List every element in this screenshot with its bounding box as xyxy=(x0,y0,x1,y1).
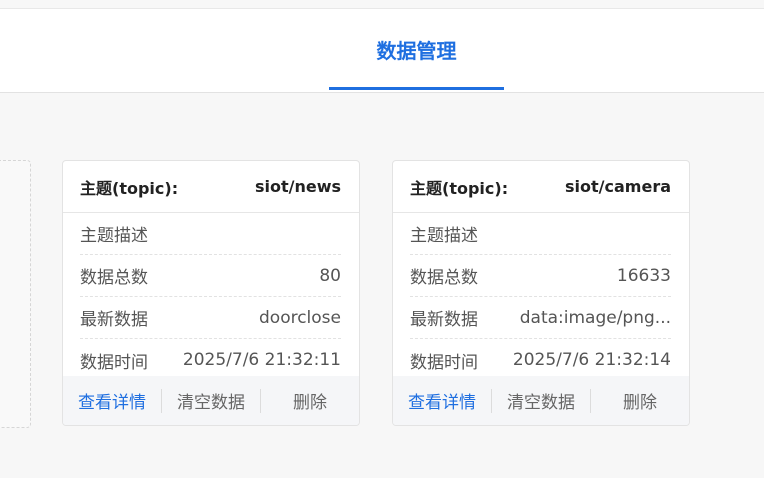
row-total-count: 数据总数 80 xyxy=(80,255,341,297)
row-data-time: 数据时间 2025/7/6 21:32:11 xyxy=(80,339,341,381)
view-details-button[interactable]: 查看详情 xyxy=(63,388,161,413)
topic-label: 主题(topic): xyxy=(410,178,509,198)
topic-label: 主题(topic): xyxy=(80,178,179,198)
card-footer: 查看详情 清空数据 删除 xyxy=(63,376,359,425)
row-label: 数据总数 xyxy=(410,268,478,288)
row-label: 最新数据 xyxy=(80,310,148,330)
page-header: 数据管理 xyxy=(0,9,764,93)
row-value: doorclose xyxy=(259,307,341,328)
row-label: 数据总数 xyxy=(80,268,148,288)
row-label: 主题描述 xyxy=(80,226,148,246)
card-body: 主题描述 数据总数 80 最新数据 doorclose 数据时间 2025/7/… xyxy=(63,213,359,381)
row-latest-data: 最新数据 doorclose xyxy=(80,297,341,339)
active-tab-indicator xyxy=(329,87,504,90)
row-latest-data: 最新数据 data:image/png... xyxy=(410,297,671,339)
topic-name: siot/news xyxy=(254,177,341,196)
topic-card-camera: 主题(topic): siot/camera 主题描述 数据总数 16633 最… xyxy=(392,160,690,426)
row-value: 2025/7/6 21:32:11 xyxy=(182,350,341,370)
delete-button[interactable]: 删除 xyxy=(261,388,359,413)
card-body: 主题描述 数据总数 16633 最新数据 data:image/png... 数… xyxy=(393,213,689,381)
row-label: 最新数据 xyxy=(410,310,478,330)
row-description: 主题描述 xyxy=(80,213,341,255)
row-data-time: 数据时间 2025/7/6 21:32:14 xyxy=(410,339,671,381)
row-label: 数据时间 xyxy=(80,352,148,373)
row-total-count: 数据总数 16633 xyxy=(410,255,671,297)
row-description: 主题描述 xyxy=(410,213,671,255)
clear-data-button[interactable]: 清空数据 xyxy=(162,388,260,413)
card-footer: 查看详情 清空数据 删除 xyxy=(393,376,689,425)
topic-name: siot/camera xyxy=(565,177,671,196)
row-value: data:image/png... xyxy=(519,307,671,328)
card-header: 主题(topic): siot/news xyxy=(63,161,359,213)
delete-button[interactable]: 删除 xyxy=(591,388,689,413)
row-label: 主题描述 xyxy=(410,226,478,246)
row-value: 80 xyxy=(319,265,341,286)
topic-card-news: 主题(topic): siot/news 主题描述 数据总数 80 最新数据 d… xyxy=(62,160,360,426)
tab-data-management[interactable]: 数据管理 xyxy=(329,9,504,92)
row-label: 数据时间 xyxy=(410,352,478,373)
card-partial-left xyxy=(0,160,31,428)
view-details-button[interactable]: 查看详情 xyxy=(393,388,491,413)
row-value: 2025/7/6 21:32:14 xyxy=(512,350,671,370)
card-header: 主题(topic): siot/camera xyxy=(393,161,689,213)
row-value: 16633 xyxy=(616,265,671,286)
clear-data-button[interactable]: 清空数据 xyxy=(492,388,590,413)
